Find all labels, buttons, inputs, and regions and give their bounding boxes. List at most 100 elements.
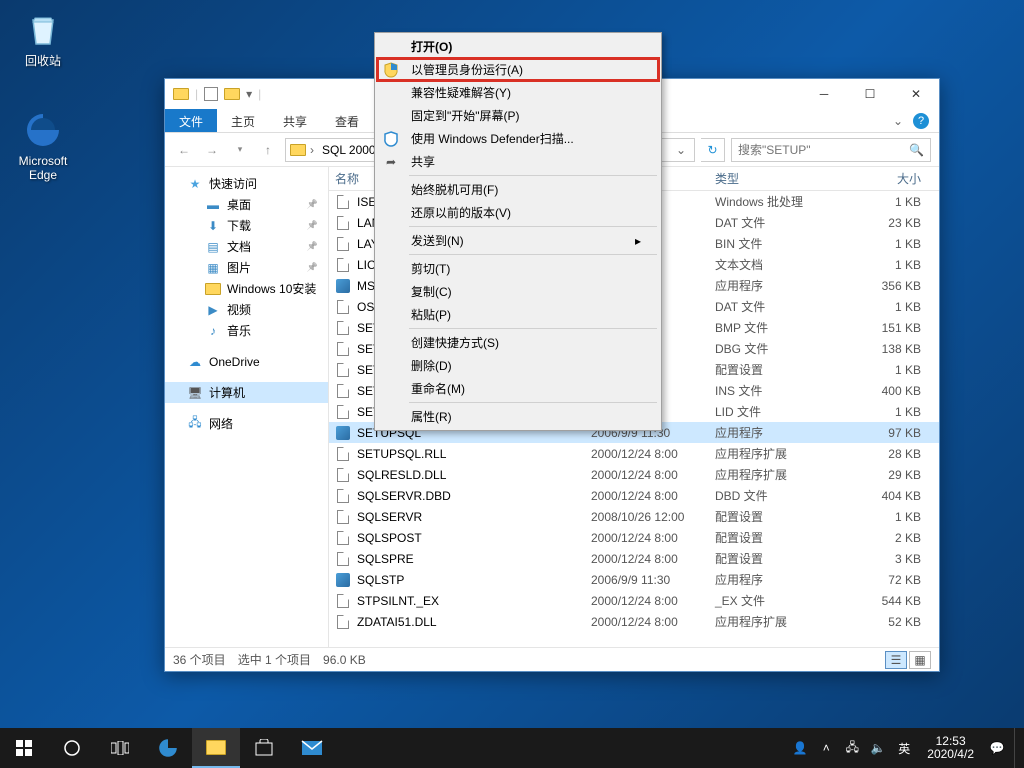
nav-videos[interactable]: ▶视频 [165, 299, 328, 320]
tray-notifications-icon[interactable]: 💬 [988, 741, 1006, 755]
search-icon[interactable]: 🔍 [909, 143, 924, 157]
file-type: DBG 文件 [715, 340, 837, 357]
file-size: 97 KB [837, 426, 939, 440]
breadcrumb-dropdown-icon[interactable]: ⌄ [676, 143, 690, 157]
taskbar-store[interactable] [240, 728, 288, 768]
tab-file[interactable]: 文件 [165, 109, 217, 132]
nav-quick-access[interactable]: ★快速访问 [165, 173, 328, 194]
breadcrumb-seg[interactable]: SQL 2000 [318, 143, 380, 157]
file-size: 1 KB [837, 195, 939, 209]
nav-win10[interactable]: Windows 10安装 [165, 278, 328, 299]
tab-share[interactable]: 共享 [269, 109, 321, 132]
nav-pictures[interactable]: ▦图片 [165, 257, 328, 278]
taskbar-explorer[interactable] [192, 728, 240, 768]
tray-volume-icon[interactable]: 🔈 [869, 741, 887, 755]
ctx-sendto[interactable]: 发送到(N)▸ [377, 229, 659, 252]
file-size: 544 KB [837, 594, 939, 608]
file-type-icon [335, 236, 351, 252]
chevron-icon[interactable]: › [310, 143, 314, 157]
minimize-button[interactable]: ─ [801, 79, 847, 109]
nav-downloads[interactable]: ⬇下载 [165, 215, 328, 236]
edge-browser[interactable]: Microsoft Edge [8, 110, 78, 182]
file-type-icon [335, 299, 351, 315]
tray-chevron-icon[interactable]: ˄ [817, 741, 835, 755]
ctx-copy[interactable]: 复制(C) [377, 280, 659, 303]
start-button[interactable] [0, 728, 48, 768]
ctx-pin-start[interactable]: 固定到"开始"屏幕(P) [377, 104, 659, 127]
qat-props-icon[interactable] [204, 87, 218, 101]
file-row[interactable]: SQLSPRE2000/12/24 8:00配置设置3 KB [329, 548, 939, 569]
search-box[interactable]: 🔍 [731, 138, 931, 162]
nav-documents[interactable]: ▤文档 [165, 236, 328, 257]
tray-network-icon[interactable]: 🖧 [843, 738, 861, 759]
task-view-button[interactable] [96, 728, 144, 768]
forward-button[interactable]: → [201, 139, 223, 161]
ctx-compat[interactable]: 兼容性疑难解答(Y) [377, 81, 659, 104]
file-row[interactable]: ZDATAI51.DLL2000/12/24 8:00应用程序扩展52 KB [329, 611, 939, 632]
recycle-icon [23, 8, 63, 48]
view-details-button[interactable]: ☰ [885, 651, 907, 669]
help-icon[interactable]: ? [913, 113, 929, 129]
ctx-defender[interactable]: 使用 Windows Defender扫描... [377, 127, 659, 150]
cortana-button[interactable] [48, 728, 96, 768]
nav-computer[interactable]: 🖥计算机 [165, 382, 328, 403]
col-type[interactable]: 类型 [715, 170, 837, 187]
view-icons-button[interactable]: ▦ [909, 651, 931, 669]
close-button[interactable]: ✕ [893, 79, 939, 109]
status-size: 96.0 KB [323, 653, 366, 667]
file-type: 应用程序 [715, 571, 837, 588]
file-row[interactable]: SQLSTP2006/9/9 11:30应用程序72 KB [329, 569, 939, 590]
file-row[interactable]: SETUPSQL.RLL2000/12/24 8:00应用程序扩展28 KB [329, 443, 939, 464]
recycle-bin[interactable]: 回收站 [8, 8, 78, 69]
history-dropdown[interactable]: ▾ [229, 139, 251, 161]
up-button[interactable]: ↑ [257, 139, 279, 161]
file-date: 2000/12/24 8:00 [591, 468, 715, 482]
tray-ime[interactable]: 英 [895, 740, 913, 757]
nav-network[interactable]: 🖧网络 [165, 413, 328, 434]
tab-view[interactable]: 查看 [321, 109, 373, 132]
file-name: SQLRESLD.DLL [357, 468, 591, 482]
search-input[interactable] [738, 143, 909, 157]
file-row[interactable]: SQLRESLD.DLL2000/12/24 8:00应用程序扩展29 KB [329, 464, 939, 485]
tray-clock[interactable]: 12:53 2020/4/2 [921, 735, 980, 761]
share-icon: ➦ [383, 154, 399, 170]
file-row[interactable]: STPSILNT._EX2000/12/24 8:00_EX 文件544 KB [329, 590, 939, 611]
nav-pane: ★快速访问 ▬桌面 ⬇下载 ▤文档 ▦图片 Windows 10安装 ▶视频 ♪… [165, 167, 329, 647]
col-size[interactable]: 大小 [837, 170, 939, 187]
taskbar-mail[interactable] [288, 728, 336, 768]
refresh-button[interactable]: ↻ [701, 138, 725, 162]
tab-home[interactable]: 主页 [217, 109, 269, 132]
nav-music[interactable]: ♪音乐 [165, 320, 328, 341]
back-button[interactable]: ← [173, 139, 195, 161]
show-desktop[interactable] [1014, 728, 1020, 768]
ctx-open[interactable]: 打开(O) [377, 35, 659, 58]
quick-access-toolbar: | ▾ | [173, 87, 261, 101]
taskbar-edge[interactable] [144, 728, 192, 768]
maximize-button[interactable]: ☐ [847, 79, 893, 109]
nav-onedrive[interactable]: ☁OneDrive [165, 351, 328, 372]
folder-icon [205, 282, 221, 296]
ctx-run-as-admin[interactable]: 以管理员身份运行(A) [377, 58, 659, 81]
file-row[interactable]: SQLSERVR2008/10/26 12:00配置设置1 KB [329, 506, 939, 527]
ctx-properties[interactable]: 属性(R) [377, 405, 659, 428]
ctx-rename[interactable]: 重命名(M) [377, 377, 659, 400]
ctx-delete[interactable]: 删除(D) [377, 354, 659, 377]
file-date: 2000/12/24 8:00 [591, 594, 715, 608]
ctx-shortcut[interactable]: 创建快捷方式(S) [377, 331, 659, 354]
ctx-paste[interactable]: 粘贴(P) [377, 303, 659, 326]
tray-people-icon[interactable]: 👤 [791, 741, 809, 755]
file-row[interactable]: SQLSERVR.DBD2000/12/24 8:00DBD 文件404 KB [329, 485, 939, 506]
file-type: 应用程序扩展 [715, 466, 837, 483]
nav-desktop[interactable]: ▬桌面 [165, 194, 328, 215]
ribbon-expand-icon[interactable]: ⌄ [893, 114, 903, 128]
qat-dropdown-icon[interactable]: ▾ [246, 87, 252, 101]
ctx-offline[interactable]: 始终脱机可用(F) [377, 178, 659, 201]
ctx-share[interactable]: ➦ 共享 [377, 150, 659, 173]
folder-icon[interactable] [224, 88, 240, 100]
ctx-restore[interactable]: 还原以前的版本(V) [377, 201, 659, 224]
ctx-cut[interactable]: 剪切(T) [377, 257, 659, 280]
file-row[interactable]: SQLSPOST2000/12/24 8:00配置设置2 KB [329, 527, 939, 548]
file-size: 28 KB [837, 447, 939, 461]
file-type: 配置设置 [715, 508, 837, 525]
file-type-icon [335, 341, 351, 357]
